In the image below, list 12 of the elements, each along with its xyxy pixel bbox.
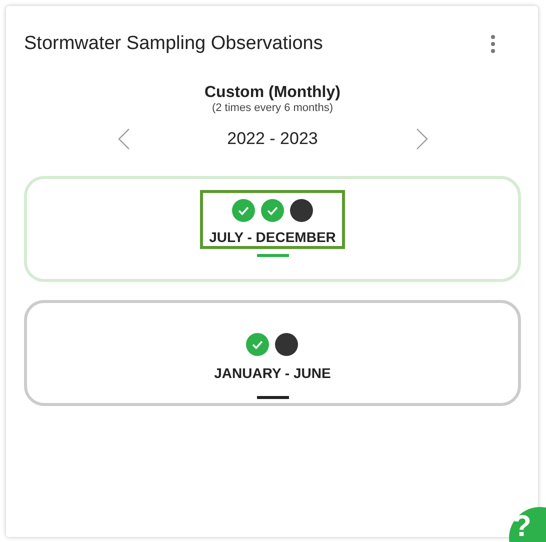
year-range: 2022 - 2023	[226, 129, 319, 149]
schedule-frequency: (2 times every 6 months)	[212, 102, 334, 114]
underline-bar	[256, 396, 288, 399]
card-title: Stormwater Sampling Observations	[24, 33, 323, 55]
period-label: JULY - DECEMBER	[209, 229, 336, 245]
next-icon[interactable]	[416, 128, 428, 150]
schedule-name: Custom (Monthly)	[204, 84, 340, 102]
period-card[interactable]: JANUARY - JUNE	[24, 300, 521, 406]
underline-bar	[256, 254, 288, 257]
previous-icon[interactable]	[118, 128, 130, 150]
period-card[interactable]: JULY - DECEMBER	[24, 176, 521, 282]
period-label: JANUARY - JUNE	[214, 365, 331, 381]
